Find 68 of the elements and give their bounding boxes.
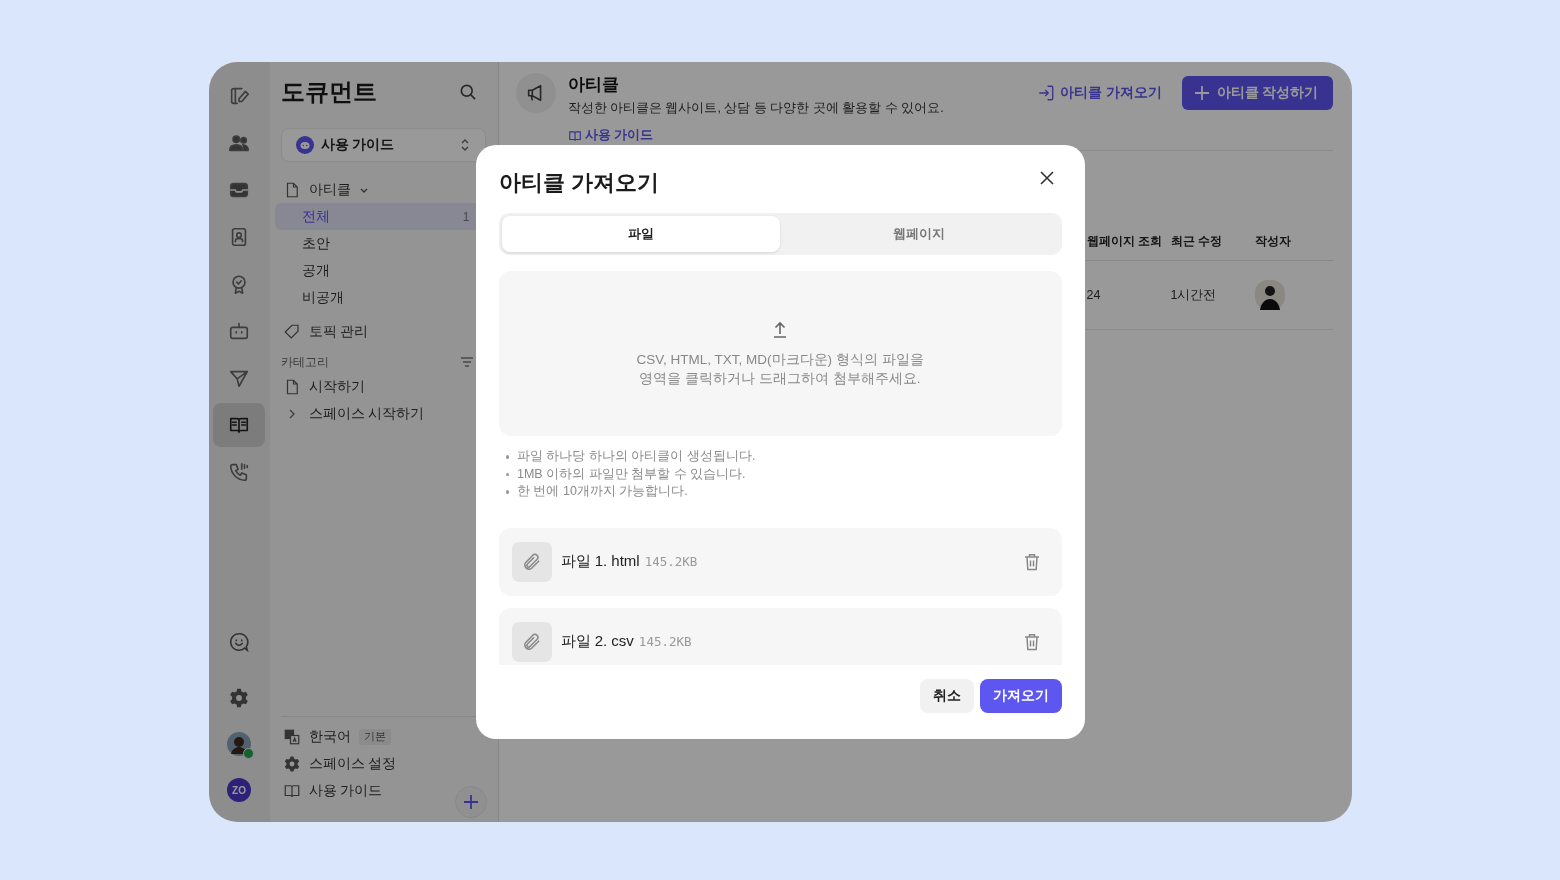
articles-nav-item[interactable]: 아티클	[280, 176, 486, 203]
article-filter-item[interactable]: 초안	[274, 230, 486, 257]
workspace-selector[interactable]: 사용 가이드	[280, 128, 486, 162]
note-text: 한 번에 10개까지 가능합니다.	[517, 483, 688, 500]
settings-menu-item[interactable]: 스페이스 설정	[280, 750, 397, 777]
write-article-button[interactable]: 아티클 작성하기	[1181, 76, 1333, 110]
delete-button[interactable]	[1023, 632, 1040, 651]
chevron-right-icon	[288, 408, 295, 419]
chat-icon	[228, 631, 250, 653]
file-name: 파일 2. csv	[560, 632, 634, 651]
workspace-icon	[295, 136, 314, 154]
import-button[interactable]: 가져오기	[979, 679, 1062, 713]
import-article-button[interactable]: 아티클 가져오기	[1036, 84, 1162, 102]
tab[interactable]: 파일	[501, 216, 780, 252]
file-size: 145.2KB	[638, 634, 693, 649]
category-heading: 카테고리	[280, 353, 329, 371]
guide-link[interactable]: 사용 가이드	[567, 127, 653, 144]
page-title: 아티클	[567, 74, 620, 96]
article-filter-item[interactable]: 공개	[274, 257, 486, 284]
note-text: 파일 하나당 하나의 아티클이 생성됩니다.	[517, 448, 756, 465]
article-filter-item[interactable]: 비공개	[274, 284, 486, 311]
sidebar-title: 도큐먼트	[280, 77, 377, 107]
author-avatar	[1254, 280, 1285, 310]
table-cell-text: 24	[1086, 288, 1102, 302]
translate-icon	[282, 727, 301, 746]
trash-icon	[1023, 632, 1040, 651]
book-icon	[567, 128, 582, 143]
column-header: 웹페이지 조회	[1086, 233, 1163, 250]
guide-menu-item[interactable]: 사용 가이드	[280, 777, 383, 804]
delete-button[interactable]	[1023, 552, 1040, 571]
tag-icon	[282, 322, 301, 341]
file-drop-zone[interactable]: CSV, HTML, TXT, MD(마크다운) 형식의 파일을 영역을 클릭하거나 드래그하여 첨부해주세요.	[498, 271, 1062, 436]
language-menu-item[interactable]: 한국어 기본	[280, 723, 391, 750]
compose-icon	[228, 85, 250, 107]
file-size: 145.2KB	[644, 554, 699, 569]
table-cell-text: 1시간전	[1170, 286, 1218, 304]
category-item[interactable]: 시작하기	[280, 373, 486, 400]
settings-icon	[228, 687, 250, 709]
login-arrow-icon	[1036, 84, 1055, 102]
paperclip-drawing	[521, 631, 542, 652]
bot-icon	[228, 320, 250, 342]
dialog-title: 아티클 가져오기	[498, 169, 659, 197]
user-avatar[interactable]	[227, 732, 251, 756]
people-icon	[228, 132, 250, 154]
close-icon	[1038, 170, 1055, 186]
cancel-button[interactable]: 취소	[919, 679, 974, 713]
plus-icon	[461, 793, 480, 811]
topic-manage-item[interactable]: 토픽 관리	[280, 318, 486, 345]
add-button[interactable]	[454, 786, 487, 818]
phone-icon	[228, 461, 250, 483]
workspace-logo[interactable]: ZO	[227, 778, 251, 802]
trash-icon	[1023, 552, 1040, 571]
plus-icon	[1193, 85, 1210, 101]
tab[interactable]: 웹페이지	[780, 216, 1059, 252]
paperclip-drawing	[521, 551, 542, 572]
filter-icon[interactable]	[459, 355, 474, 369]
note-text: 1MB 이하의 파일만 첨부할 수 있습니다.	[517, 465, 746, 483]
megaphone-icon	[515, 73, 556, 113]
drop-instruction: 영역을 클릭하거나 드래그하여 첨부해주세요.	[639, 369, 921, 388]
drop-instruction: CSV, HTML, TXT, MD(마크다운) 형식의 파일을	[636, 350, 924, 369]
column-header: 최근 수정	[1170, 233, 1223, 250]
upload-icon	[772, 319, 788, 338]
column-header: 작성자	[1254, 233, 1292, 250]
file-name: 파일 1. html	[560, 552, 640, 571]
book-nav-button[interactable]	[213, 403, 265, 447]
page-description: 작성한 아티클은 웹사이트, 상담 등 다양한 곳에 활용할 수 있어요.	[567, 100, 945, 117]
gear-icon	[282, 754, 301, 773]
default-badge: 기본	[358, 728, 391, 745]
